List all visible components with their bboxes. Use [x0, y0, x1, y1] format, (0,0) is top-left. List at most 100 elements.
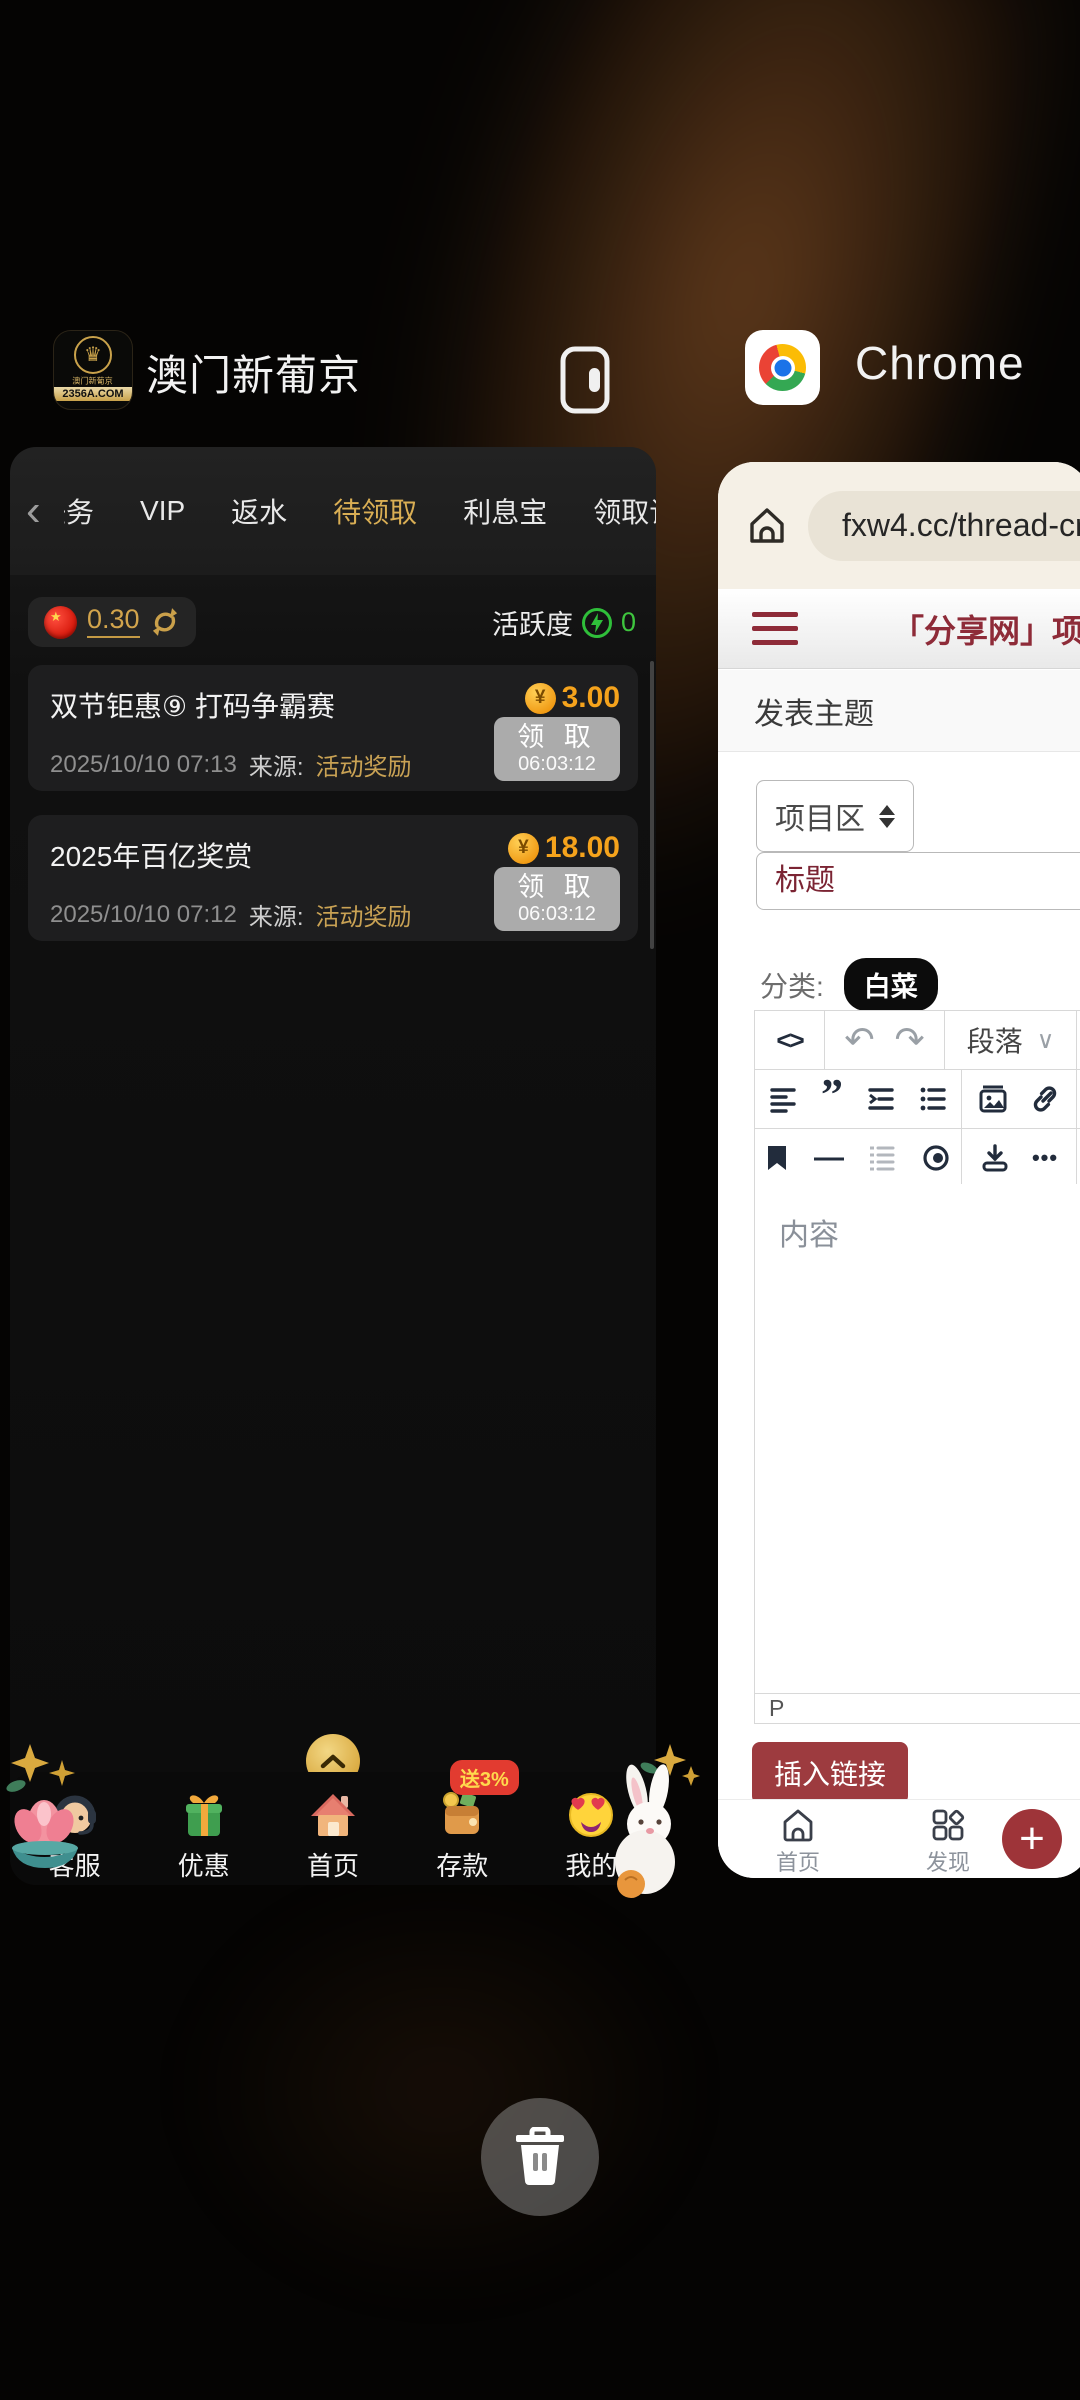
- left-app-card[interactable]: ‹ 任务 VIP 返水 待领取 利息宝 领取记录 ★ 0.30 活跃度: [10, 447, 656, 1885]
- forum-header: 「分享网」项: [718, 589, 1080, 669]
- headset-icon: [47, 1786, 103, 1844]
- image-icon[interactable]: [978, 1084, 1008, 1114]
- activity-label: 活跃度: [492, 603, 573, 642]
- left-app-title[interactable]: 澳门新葡京: [146, 342, 361, 403]
- app-pair-icon[interactable]: [560, 346, 610, 414]
- content-editor[interactable]: 内容: [754, 1184, 1080, 1694]
- refresh-icon[interactable]: [150, 607, 180, 637]
- nav-discover[interactable]: 发现: [926, 1808, 970, 1877]
- forum-select[interactable]: 项目区: [756, 780, 914, 852]
- home-icon[interactable]: [746, 505, 788, 547]
- nav-promotions[interactable]: 优惠: [139, 1772, 268, 1885]
- content-placeholder: 内容: [755, 1184, 1080, 1254]
- home-outline-icon: [780, 1808, 816, 1842]
- title-input[interactable]: [756, 852, 1080, 910]
- reward-meta: 2025/10/10 07:12 来源: 活动奖励: [50, 897, 412, 932]
- more-group: •••: [962, 1129, 1077, 1187]
- heart-eyes-emoji-icon: [563, 1786, 619, 1844]
- undo-icon[interactable]: ↶: [844, 1019, 874, 1061]
- reward-item[interactable]: 2025年百亿奖赏 ¥ 18.00 2025/10/10 07:12 来源: 活…: [28, 815, 638, 941]
- reward-date: 2025/10/10 07:12: [50, 901, 237, 929]
- nav-profile[interactable]: 我的: [527, 1772, 656, 1885]
- undo-redo-group: ↶ ↷: [825, 1011, 945, 1069]
- post-section-title: 发表主题: [718, 670, 1080, 752]
- app-icon-domain: 2356A.COM: [54, 387, 132, 401]
- tab-lixibao[interactable]: 利息宝: [463, 491, 547, 531]
- insert-link-button[interactable]: 插入链接: [752, 1742, 908, 1804]
- nav-customer-service[interactable]: 客服: [10, 1772, 139, 1885]
- reward-source: 活动奖励: [316, 897, 412, 932]
- category-label: 分类:: [760, 965, 824, 1005]
- points-value[interactable]: 0.30: [87, 606, 140, 638]
- chrome-app-title[interactable]: Chrome: [855, 336, 1025, 390]
- nav-home-chrome[interactable]: 首页: [776, 1808, 820, 1877]
- category-chip[interactable]: 白菜: [844, 958, 938, 1011]
- blockquote-icon[interactable]: ”: [821, 1088, 843, 1110]
- reward-source-label: 来源:: [249, 897, 304, 932]
- editor-toolbar: <> ↶ ↷ 段落 ∨ T: [754, 1010, 1080, 1188]
- tab-renwu[interactable]: 任务: [64, 491, 94, 531]
- horizontal-rule-icon[interactable]: —: [814, 1141, 844, 1175]
- reward-meta: 2025/10/10 07:13 来源: 活动奖励: [50, 747, 412, 782]
- nav-home[interactable]: 首页: [268, 1772, 397, 1885]
- download-icon[interactable]: [980, 1143, 1010, 1173]
- extra-group: —: [755, 1129, 962, 1187]
- nav-deposit[interactable]: 送3% 存款: [398, 1772, 527, 1885]
- redo-icon[interactable]: ↷: [895, 1019, 925, 1061]
- url-bar[interactable]: fxw4.cc/thread-create: [808, 491, 1080, 561]
- back-chevron-icon[interactable]: ‹: [26, 489, 64, 533]
- code-view-button[interactable]: <>: [755, 1011, 825, 1069]
- forum-title: 「分享网」项: [892, 606, 1080, 652]
- editor-status-bar: P: [754, 1694, 1080, 1724]
- align-left-icon[interactable]: [769, 1085, 797, 1113]
- paragraph-dropdown[interactable]: 段落 ∨: [945, 1011, 1077, 1069]
- tab-claim-history[interactable]: 领取记录: [593, 491, 656, 531]
- grid-icon: [930, 1808, 966, 1842]
- gift-icon: [176, 1786, 232, 1844]
- select-arrows-icon: [879, 805, 895, 828]
- house-icon: [305, 1786, 361, 1844]
- indent-icon[interactable]: [867, 1085, 895, 1113]
- reward-date: 2025/10/10 07:13: [50, 751, 237, 779]
- activity-bolt-icon: [581, 607, 613, 639]
- claim-button[interactable]: 领 取 06:03:12: [494, 867, 620, 931]
- cn-flag-icon: ★: [44, 606, 77, 639]
- tab-fanshui[interactable]: 返水: [231, 491, 287, 531]
- deposit-bonus-badge: 送3%: [450, 1760, 519, 1795]
- tab-pending-claims[interactable]: 待领取: [333, 491, 417, 531]
- activity-value: 0: [621, 607, 636, 638]
- new-post-button[interactable]: +: [1002, 1809, 1062, 1869]
- chevron-up-icon: [320, 1753, 346, 1769]
- recents-screen: ♛ 澳门新葡京 2356A.COM 澳门新葡京 Chrome ‹ 任务 VIP …: [0, 0, 1080, 2400]
- format-group: ”: [755, 1070, 962, 1128]
- scrollbar[interactable]: [650, 661, 654, 949]
- url-text[interactable]: fxw4.cc/thread-create: [842, 507, 1080, 544]
- wallpaper-glow-bottom: [180, 1880, 700, 2300]
- link-icon[interactable]: [1030, 1084, 1060, 1114]
- category-row: 分类: 白菜: [760, 958, 938, 1011]
- coin-icon: ¥: [525, 683, 556, 714]
- trash-icon: [512, 2127, 568, 2187]
- menu-icon[interactable]: [752, 612, 798, 645]
- reward-item[interactable]: 双节钜惠⑨ 打码争霸赛 ¥ 3.00 2025/10/10 07:13 来源: …: [28, 665, 638, 791]
- chrome-logo-icon: [759, 344, 806, 391]
- left-app-icon[interactable]: ♛ 澳门新葡京 2356A.COM: [53, 330, 133, 410]
- clear-all-button[interactable]: [481, 2098, 599, 2216]
- tab-vip[interactable]: VIP: [140, 495, 185, 527]
- claim-button[interactable]: 领 取 06:03:12: [494, 717, 620, 781]
- reward-source: 活动奖励: [316, 747, 412, 782]
- chrome-card[interactable]: fxw4.cc/thread-create 「分享网」项 发表主题 项目区 分类…: [718, 462, 1080, 1878]
- chrome-app-icon[interactable]: [745, 330, 820, 405]
- chrome-bottom-nav: 首页 发现 +: [718, 1799, 1080, 1878]
- reward-amount: ¥ 18.00: [508, 831, 620, 865]
- bookmark-icon[interactable]: [764, 1144, 790, 1172]
- tabs-scroller[interactable]: 任务 VIP 返水 待领取 利息宝 领取记录: [64, 491, 656, 531]
- claim-countdown: 06:03:12: [518, 903, 596, 926]
- ellipsis-icon[interactable]: •••: [1032, 1145, 1058, 1171]
- browser-top-bar: fxw4.cc/thread-create: [718, 462, 1080, 589]
- points-pill[interactable]: ★ 0.30: [28, 597, 196, 647]
- reward-title: 2025年百亿奖赏: [50, 835, 252, 875]
- preview-eye-icon[interactable]: [920, 1144, 952, 1172]
- outline-list-icon[interactable]: [868, 1144, 896, 1172]
- bullet-list-icon[interactable]: [919, 1085, 947, 1113]
